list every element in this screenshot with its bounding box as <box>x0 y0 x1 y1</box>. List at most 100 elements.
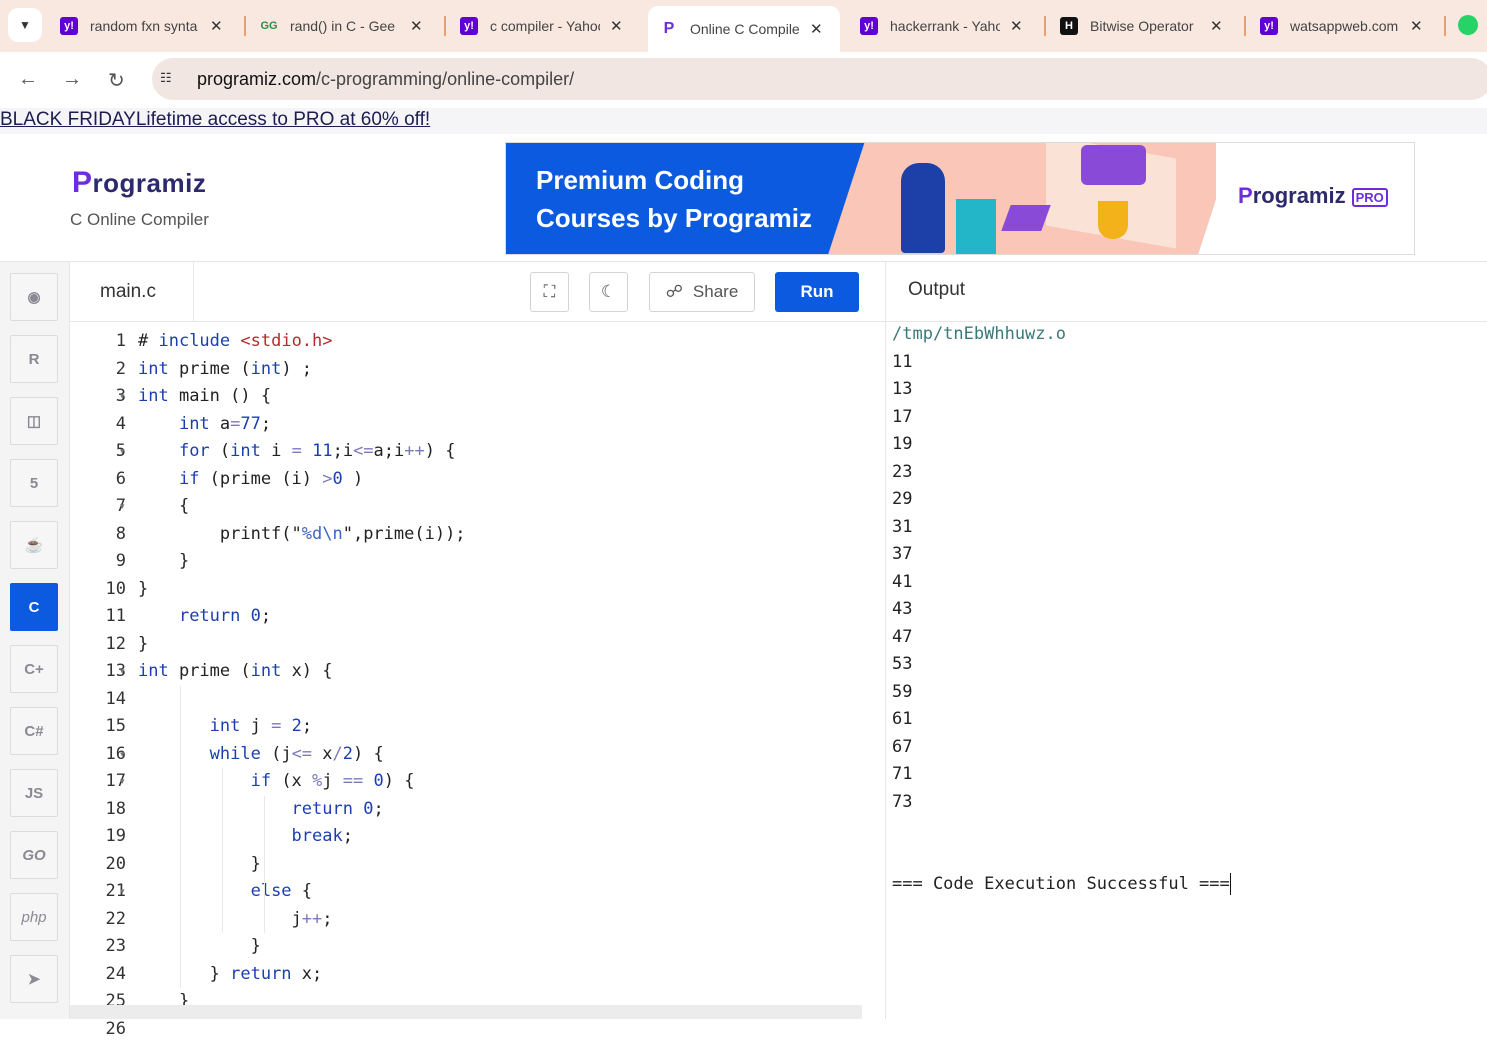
code-line[interactable]: break; <box>138 823 353 851</box>
code-line[interactable]: } <box>138 631 148 659</box>
tab-close-icon[interactable]: ✕ <box>1210 17 1223 35</box>
code-line[interactable]: j++; <box>138 906 333 934</box>
tab-close-icon[interactable]: ✕ <box>1010 17 1023 35</box>
tab-close-icon[interactable]: ✕ <box>1410 17 1423 35</box>
horizontal-scrollbar[interactable] <box>70 1005 862 1019</box>
output-line: 71 <box>892 761 912 789</box>
tab-close-icon[interactable]: ✕ <box>210 17 223 35</box>
code-line[interactable]: for (int i = 11;i<=a;i++) { <box>138 438 455 466</box>
line-number: 16 <box>76 741 126 769</box>
share-button[interactable]: ☍Share <box>649 272 755 312</box>
fold-arrow-icon[interactable]: ▾ <box>120 878 125 906</box>
browser-tab[interactable]: y!hackerrank - Yahoo✕ <box>848 6 1040 46</box>
code-line[interactable]: int a=77; <box>138 411 271 439</box>
browser-tab[interactable]: HBitwise Operator✕ <box>1048 6 1240 46</box>
output-line: 41 <box>892 569 912 597</box>
tab-close-icon[interactable]: ✕ <box>610 17 623 35</box>
python-icon[interactable]: ◉ <box>10 273 58 321</box>
code-line[interactable]: else { <box>138 878 312 906</box>
whatsapp-icon[interactable] <box>1458 15 1478 35</box>
cpp-icon[interactable]: C+ <box>10 645 58 693</box>
line-number: 9 <box>76 548 126 576</box>
tab-separator <box>1444 16 1446 36</box>
code-line[interactable]: return 0; <box>138 796 384 824</box>
html5-icon[interactable]: 5 <box>10 459 58 507</box>
share-icon: ☍ <box>666 282 683 302</box>
fold-arrow-icon[interactable]: ▾ <box>120 741 125 769</box>
output-line: 11 <box>892 349 912 377</box>
code-line[interactable]: return 0; <box>138 603 271 631</box>
line-number: 26 <box>76 1016 126 1043</box>
run-button[interactable]: Run <box>775 272 859 312</box>
browser-tab[interactable]: y!c compiler - Yahoo✕ <box>448 6 640 46</box>
code-line[interactable]: int prime (int x) { <box>138 658 333 686</box>
line-number: 19 <box>76 823 126 851</box>
swift-icon[interactable]: ➤ <box>10 955 58 1003</box>
browser-tab[interactable]: P Online C Compiler ✕ <box>648 6 840 52</box>
code-line[interactable]: int j = 2; <box>138 713 312 741</box>
javascript-icon[interactable]: JS <box>10 769 58 817</box>
programiz-logo[interactable]: Programiz <box>72 166 206 200</box>
code-line[interactable]: } <box>138 576 148 604</box>
forward-arrow-icon[interactable]: → <box>62 68 82 91</box>
tab-search-chevron-icon[interactable]: ▼ <box>8 8 42 42</box>
line-number: 6 <box>76 466 126 494</box>
code-line[interactable]: } <box>138 548 189 576</box>
tab-title: c compiler - Yahoo <box>490 18 600 34</box>
file-tab-main-c[interactable]: main.c <box>70 262 194 321</box>
line-number: 7 <box>76 493 126 521</box>
php-icon[interactable]: php <box>10 893 58 941</box>
tab-close-icon[interactable]: ✕ <box>810 20 823 38</box>
code-line[interactable]: if (prime (i) >0 ) <box>138 466 363 494</box>
back-arrow-icon[interactable]: ← <box>18 68 38 91</box>
code-editor-panel: main.c ⛶ ☾ ☍Share Run 123▾45▾67▾89101112… <box>70 262 885 1019</box>
code-line[interactable]: } <box>138 933 261 961</box>
browser-tab[interactable]: y!watsappweb.com✕ <box>1248 6 1440 46</box>
line-number: 10 <box>76 576 126 604</box>
student-figure-icon <box>901 163 945 253</box>
code-line[interactable]: int main () { <box>138 383 271 411</box>
code-line[interactable]: } return x; <box>138 961 322 989</box>
output-line: 73 <box>892 789 912 817</box>
fold-arrow-icon[interactable]: ▾ <box>120 493 125 521</box>
fold-arrow-icon[interactable]: ▾ <box>120 768 125 796</box>
code-line[interactable]: int prime (int) ; <box>138 356 312 384</box>
site-settings-icon[interactable]: ☷ <box>160 70 178 88</box>
browser-tab[interactable]: y!random fxn synta✕ <box>48 6 240 46</box>
output-line: 53 <box>892 651 912 679</box>
code-line[interactable]: { <box>138 493 189 521</box>
fold-arrow-icon[interactable]: ▾ <box>120 438 125 466</box>
fullscreen-icon[interactable]: ⛶ <box>530 272 569 312</box>
browser-tab[interactable]: GGrand() in C - Gee✕ <box>248 6 440 46</box>
java-icon[interactable]: ☕ <box>10 521 58 569</box>
tab-favicon-icon: P <box>660 20 678 38</box>
tab-title: Online C Compiler <box>690 21 800 37</box>
c-lang-icon[interactable]: C <box>10 583 58 631</box>
reload-icon[interactable]: ↻ <box>108 68 125 93</box>
line-number: 4 <box>76 411 126 439</box>
banner-brand: ProgramizPRO <box>1238 183 1388 209</box>
tab-separator <box>444 16 446 36</box>
output-line: 59 <box>892 679 912 707</box>
tab-favicon-icon: y! <box>1260 17 1278 35</box>
code-line[interactable]: printf("%d\n",prime(i)); <box>138 521 466 549</box>
code-line[interactable]: while (j<= x/2) { <box>138 741 384 769</box>
code-line[interactable]: # include <stdio.h> <box>138 328 333 356</box>
dark-mode-moon-icon[interactable]: ☾ <box>589 272 628 312</box>
editor-divider <box>70 321 885 322</box>
line-number: 23 <box>76 933 126 961</box>
tab-close-icon[interactable]: ✕ <box>410 17 423 35</box>
code-line[interactable]: } <box>138 851 261 879</box>
black-friday-link[interactable]: BLACK FRIDAYLifetime access to PRO at 60… <box>0 109 430 131</box>
line-number: 17 <box>76 768 126 796</box>
r-lang-icon[interactable]: R <box>10 335 58 383</box>
premium-courses-banner[interactable]: Premium Coding Courses by Programiz Prog… <box>505 142 1415 255</box>
line-number: 15 <box>76 713 126 741</box>
banner-line-2: Courses by Programiz <box>536 203 812 234</box>
fold-arrow-icon[interactable]: ▾ <box>120 658 125 686</box>
output-line: 37 <box>892 541 912 569</box>
csharp-icon[interactable]: C# <box>10 707 58 755</box>
sql-database-icon[interactable]: ◫ <box>10 397 58 445</box>
fold-arrow-icon[interactable]: ▾ <box>120 383 125 411</box>
go-icon[interactable]: GO <box>10 831 58 879</box>
